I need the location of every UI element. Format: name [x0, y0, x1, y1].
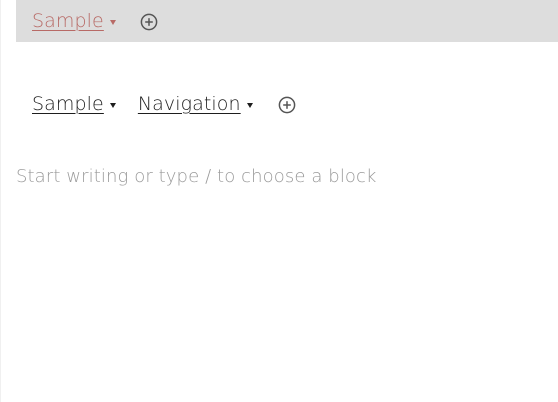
nav-item-sample[interactable]: Sample: [32, 93, 116, 115]
nav-item-label[interactable]: Sample: [32, 93, 104, 115]
editor-canvas: Sample Sample Navigation Start writing o…: [0, 0, 558, 402]
plus-circle-icon: [278, 96, 296, 114]
plus-circle-icon: [140, 13, 158, 31]
chevron-down-icon[interactable]: [109, 19, 116, 25]
add-nav-item-button[interactable]: [275, 93, 299, 117]
navigation-block[interactable]: Sample Navigation: [16, 82, 558, 126]
canvas-edge: [0, 0, 1, 402]
block-placeholder[interactable]: Start writing or type / to choose a bloc…: [16, 166, 377, 187]
nav-item-sample-selected[interactable]: Sample: [32, 10, 116, 32]
nav-item-label[interactable]: Sample: [32, 10, 104, 32]
nav-item-navigation[interactable]: Navigation: [138, 93, 253, 115]
chevron-down-icon[interactable]: [109, 102, 116, 108]
chevron-down-icon[interactable]: [246, 102, 253, 108]
add-nav-item-button[interactable]: [137, 10, 161, 34]
navigation-block-selected[interactable]: Sample: [16, 0, 558, 42]
nav-item-label[interactable]: Navigation: [138, 93, 241, 115]
